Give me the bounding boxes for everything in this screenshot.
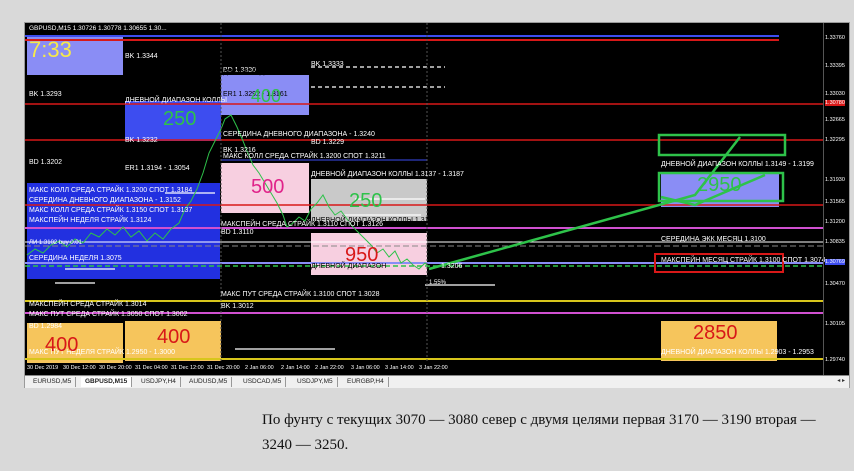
price-marker-blue: 1.30769 (825, 259, 845, 265)
level-label: BD 1.3229 (311, 139, 345, 146)
level-label: ДНЕВНОЙ ДИАПАЗОН КОЛЛЫ 1.3137 - 1.3187 (311, 171, 464, 178)
level-label: BD 1.3110 (221, 229, 254, 236)
level-label: МАКСПЕЙН НЕДЕЛЯ СТРАЙК 1.3124 (29, 217, 152, 224)
chart-tab-bar: EURUSD,M5 GBPUSD,M15 USDJPY,H4 AUDUSD,M5… (25, 375, 849, 388)
price-tick: 1.32295 (825, 137, 845, 143)
price-tick: 1.31200 (825, 219, 845, 225)
zone-size-label: 2950 (697, 174, 742, 196)
level-label: 1.3206 (441, 263, 463, 270)
tab-gbpusd-m15[interactable]: GBPUSD,M15 (81, 377, 133, 387)
level-label: МАКСПЕЙН СРЕДА СТРАЙК 1.3110 СПОТ 1.3126 (221, 221, 384, 228)
level-label: МАКС КОЛЛ СРЕДА СТРАЙК 1.3200 СПОТ 1.321… (223, 153, 386, 160)
price-tick: 1.30105 (825, 321, 845, 327)
price-tick: 1.33395 (825, 63, 845, 69)
level-label: BK 1.3232 (125, 137, 158, 144)
level-label: ЛИ 1.3102 buy 0.01 (29, 240, 82, 246)
time-tick: 2 Jan 06:00 (245, 365, 274, 371)
level-label: ДНЕВНОЙ ДИАПАЗОН КОЛЛЫ 1.3149 - 1.3199 (661, 161, 814, 168)
price-chart[interactable]: GBPUSD,M15 1.30726 1.30778 1.30655 1.30.… (25, 23, 849, 375)
time-tick: 30 Dec 20:00 (99, 365, 132, 371)
price-tick: 1.33030 (825, 91, 845, 97)
analysis-caption: По фунту с текущих 3070 — 3080 север с д… (262, 412, 816, 453)
price-marker-red: 1.30780 (825, 100, 845, 106)
level-label: МАКС ПУТ СРЕДА СТРАЙК 1.3050 СПОТ 1.3002 (29, 311, 188, 318)
tab-audusd-m5[interactable]: AUDUSD,M5 (185, 377, 233, 387)
time-tick: 30 Dec 2019 (27, 365, 59, 371)
level-label: BD 1.3202 (29, 159, 63, 166)
level-label: BK 1.3293 (29, 91, 62, 98)
zone-size-label: 400 (45, 334, 79, 356)
level-label: СЕРЕДИНА ЭКК МЕСЯЦ 1.3100 (661, 236, 766, 243)
time-tick: 2 Jan 22:00 (315, 365, 344, 371)
price-tick: 1.29740 (825, 357, 845, 363)
target-box-2 (657, 133, 787, 157)
level-label: ДНЕВНОЙ ДИАПАЗОН КОЛЛЫ 1.3273 - 1.3323 (223, 69, 376, 76)
level-label: МАКСПЕЙН МЕСЯЦ СТРАЙК 1.3100 СПОТ 1.3074 (661, 257, 826, 264)
tab-usdjpy-m5[interactable]: USDJPY,M5 (293, 377, 338, 387)
tab-usdcad-m5[interactable]: USDCAD,M5 (239, 377, 287, 387)
level-label: СЕРЕДИНА ДНЕВНОГО ДИАПАЗОНА - 1.3152 (29, 197, 181, 204)
level-label: МАКС ПУТ СРЕДА СТРАЙК 1.3100 СПОТ 1.3028 (221, 291, 380, 298)
tab-usdjpy-h4[interactable]: USDJPY,H4 (137, 377, 181, 387)
price-tick: 1.32665 (825, 117, 845, 123)
zone-size-label: 400 (251, 86, 282, 106)
level-label: ER1 1.3194 - 1.3054 (125, 165, 190, 172)
time-tick: 31 Dec 12:00 (171, 365, 204, 371)
time-tick: 3 Jan 06:00 (351, 365, 380, 371)
chart-clock: 7:33 (29, 37, 72, 62)
level-label: BK 1.3344 (125, 53, 158, 60)
price-tick: 1.33760 (825, 35, 845, 41)
price-axis: 1.33760 1.33395 1.33030 1.32665 1.32295 … (823, 23, 849, 375)
level-label: BD 1.2984 (29, 323, 63, 330)
tab-eurusd-m5[interactable]: EURUSD,M5 (29, 377, 77, 387)
time-tick: 30 Dec 12:00 (63, 365, 96, 371)
level-label: BK 1.3333 (311, 61, 344, 68)
tab-eurgbp-h4[interactable]: EURGBP,H4 (343, 377, 389, 387)
time-tick: 2 Jan 14:00 (281, 365, 310, 371)
level-label: ДНЕВНОЙ ДИАПАЗОН КОЛЛЫ 1.2903 - 1.2953 (661, 349, 814, 356)
terminal-window: GBPUSD,M15 1.30726 1.30778 1.30655 1.30.… (24, 22, 850, 388)
level-label: СЕРЕДИНА НЕДЕЛЯ 1.3075 (29, 255, 122, 262)
zone-size-label: 250 (163, 108, 197, 130)
level-label: ДНЕВНОЙ ДИАПАЗОН КОЛЛЫ (125, 97, 227, 104)
level-label: МАКС КОЛЛ СРЕДА СТРАЙК 1.3150 СПОТ 1.313… (29, 207, 193, 214)
zone-size-label: 2850 (693, 322, 738, 344)
zone-size-label: 950 (345, 244, 379, 266)
level-label: МАКСПЕЙН СРЕДА СТРАЙК 1.3014 (29, 301, 147, 308)
zone-size-label: 500 (251, 176, 285, 198)
time-tick: 3 Jan 22:00 (419, 365, 448, 371)
level-label: 1.55% (429, 280, 447, 286)
level-label: МАКС КОЛЛ СРЕДА СТРАЙК 1.3200 СПОТ 1.318… (29, 187, 193, 194)
price-tick: 1.31565 (825, 199, 845, 205)
chart-title: GBPUSD,M15 1.30726 1.30778 1.30655 1.30.… (29, 25, 167, 32)
time-tick: 31 Dec 20:00 (207, 365, 240, 371)
tab-scroll-arrows[interactable]: ◂ ▸ (837, 377, 845, 384)
level-label: СЕРЕДИНА ДНЕВНОГО ДИАПАЗОНА - 1.3240 (223, 131, 375, 138)
time-tick: 31 Dec 04:00 (135, 365, 168, 371)
level-label: BK 1.3012 (221, 303, 254, 310)
price-tick: 1.31930 (825, 177, 845, 183)
price-tick: 1.30470 (825, 281, 845, 287)
zone-size-label: 400 (157, 326, 191, 348)
time-tick: 3 Jan 14:00 (385, 365, 414, 371)
price-tick: 1.30835 (825, 239, 845, 245)
zone-size-label: 250 (349, 190, 383, 212)
